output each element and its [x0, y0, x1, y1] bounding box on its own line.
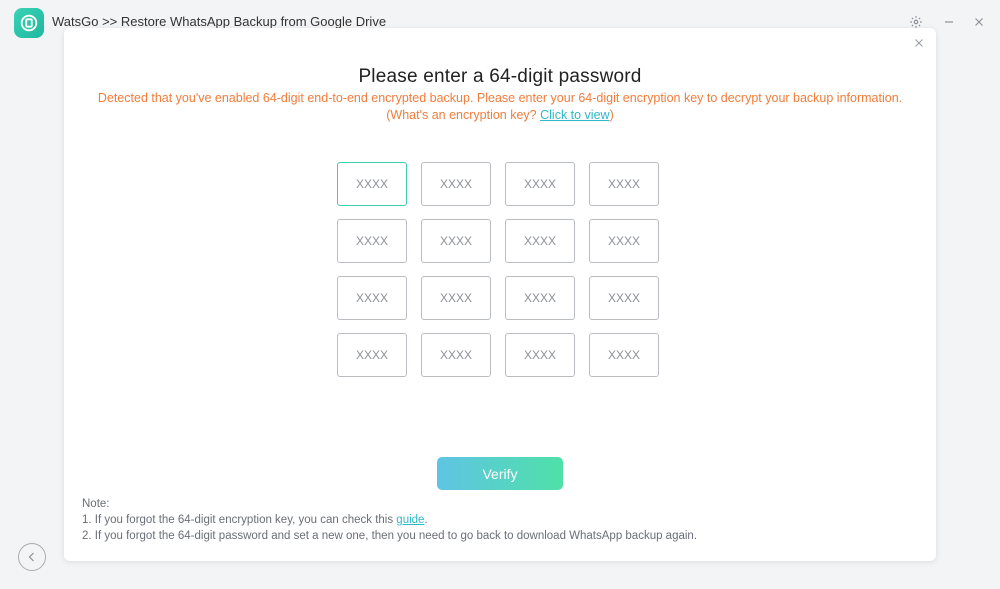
app-logo-icon	[14, 8, 44, 38]
key-field-9[interactable]	[337, 276, 407, 320]
encryption-key-question: (What's an encryption key? Click to view…	[64, 108, 936, 122]
key-field-10[interactable]	[421, 276, 491, 320]
guide-link[interactable]: guide	[396, 514, 424, 526]
back-arrow-icon[interactable]	[18, 543, 46, 571]
question-suffix: )	[609, 108, 614, 122]
dialog-close-icon[interactable]	[910, 34, 928, 52]
app-window: WatsGo >> Restore WhatsApp Backup from G…	[0, 0, 1000, 589]
key-field-2[interactable]	[421, 162, 491, 206]
encryption-warning: Detected that you've enabled 64-digit en…	[97, 91, 903, 105]
password-dialog: Please enter a 64-digit password Detecte…	[64, 28, 936, 561]
verify-button[interactable]: Verify	[437, 457, 563, 490]
minimize-icon[interactable]	[939, 12, 959, 32]
key-field-14[interactable]	[421, 333, 491, 377]
window-title: WatsGo >> Restore WhatsApp Backup from G…	[52, 14, 387, 29]
click-to-view-link[interactable]: Click to view	[540, 108, 609, 122]
encryption-key-grid	[337, 162, 659, 377]
key-field-8[interactable]	[589, 219, 659, 263]
note-1-text: 1. If you forgot the 64-digit encryption…	[82, 514, 397, 526]
key-field-11[interactable]	[505, 276, 575, 320]
question-prefix: (What's an encryption key?	[386, 108, 541, 122]
note-line-2: 2. If you forgot the 64-digit password a…	[82, 530, 698, 542]
close-icon[interactable]	[969, 12, 989, 32]
key-field-6[interactable]	[421, 219, 491, 263]
key-field-4[interactable]	[589, 162, 659, 206]
note-line-1: 1. If you forgot the 64-digit encryption…	[82, 512, 697, 528]
key-field-13[interactable]	[337, 333, 407, 377]
key-field-3[interactable]	[505, 162, 575, 206]
key-field-1[interactable]	[337, 162, 407, 206]
key-field-7[interactable]	[505, 219, 575, 263]
notes-heading: Note:	[82, 498, 110, 510]
key-field-5[interactable]	[337, 219, 407, 263]
key-field-15[interactable]	[505, 333, 575, 377]
note-1-suffix: .	[424, 514, 428, 526]
key-field-16[interactable]	[589, 333, 659, 377]
notes-section: Note: 1. If you forgot the 64-digit encr…	[82, 496, 697, 544]
dialog-title: Please enter a 64-digit password	[358, 66, 642, 87]
key-field-12[interactable]	[589, 276, 659, 320]
